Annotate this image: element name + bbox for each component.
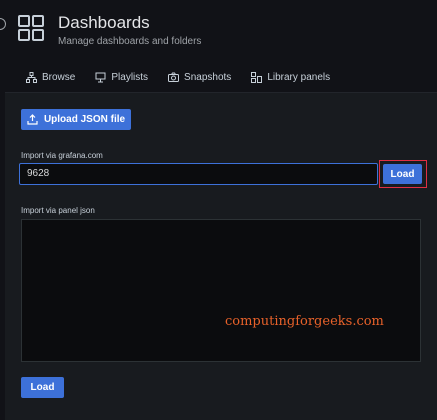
tab-library-panels[interactable]: Library panels: [251, 72, 330, 83]
tab-snapshots[interactable]: Snapshots: [168, 72, 231, 83]
upload-icon: [27, 114, 38, 125]
presentation-icon: [95, 72, 106, 83]
tab-browse-label: Browse: [42, 72, 76, 83]
page-title: Dashboards: [58, 13, 150, 32]
tab-bar: Browse Playlists Snapshots Library panel…: [26, 72, 350, 83]
grafana-import-label: Import via grafana.com: [21, 151, 103, 160]
grafana-id-input[interactable]: 9628: [19, 163, 378, 185]
load-json-button[interactable]: Load: [21, 377, 64, 398]
tab-snapshots-label: Snapshots: [184, 72, 232, 83]
import-panel: Upload JSON file Import via grafana.com …: [5, 92, 437, 420]
panel-json-textarea[interactable]: [21, 219, 421, 362]
tab-browse[interactable]: Browse: [26, 72, 75, 83]
load-grafana-button[interactable]: Load: [383, 164, 422, 184]
dashboard-grid-icon: [18, 15, 44, 41]
page-subtitle: Manage dashboards and folders: [58, 36, 202, 47]
tab-playlists[interactable]: Playlists: [95, 72, 148, 83]
tab-playlists-label: Playlists: [111, 72, 149, 83]
library-panels-icon: [251, 72, 263, 83]
camera-icon: [168, 72, 180, 82]
edge-circle-icon: [0, 18, 6, 30]
watermark-text: computingforgeeks.com: [225, 314, 384, 329]
upload-json-label: Upload JSON file: [43, 114, 126, 125]
sitemap-icon: [26, 72, 37, 83]
import-dashboard-page: Dashboards Manage dashboards and folders…: [0, 0, 437, 420]
tab-library-panels-label: Library panels: [267, 72, 331, 83]
upload-json-button[interactable]: Upload JSON file: [21, 109, 131, 130]
panel-json-label: Import via panel json: [21, 206, 95, 215]
